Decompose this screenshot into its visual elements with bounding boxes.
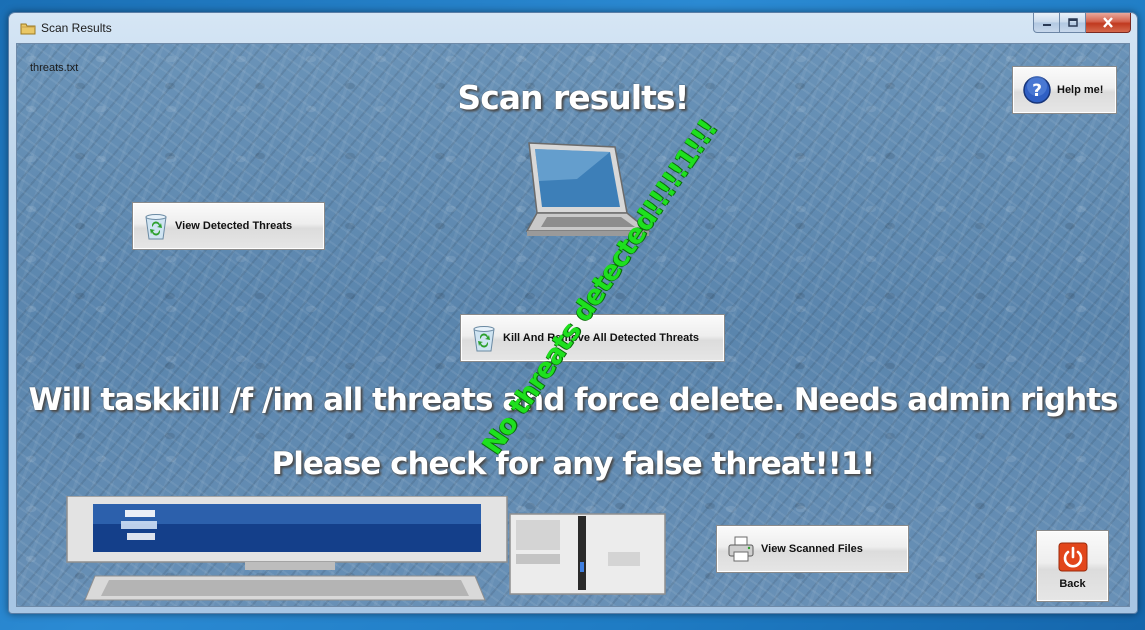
page-title: Scan results!: [457, 78, 689, 117]
view-detected-threats-label: View Detected Threats: [175, 220, 293, 232]
recycle-bin-icon: [145, 214, 167, 240]
scan-results-window: Scan Results threats.txt Scan results! ?: [8, 12, 1138, 614]
folder-icon: [20, 23, 36, 35]
desktop-computer-image: [66, 496, 508, 601]
power-icon: [1058, 542, 1087, 572]
kill-remove-threats-label: Kill And Remove All Detected Threats: [503, 332, 700, 344]
back-button[interactable]: Back: [1036, 530, 1109, 602]
file-label: threats.txt: [30, 62, 79, 74]
close-button[interactable]: [1086, 13, 1131, 33]
client-area: threats.txt Scan results! ? Help me! Vie…: [16, 43, 1130, 607]
view-scanned-files-label: View Scanned Files: [761, 543, 863, 555]
kill-note: Will taskkill /f /im all threats and for…: [28, 382, 1118, 418]
view-scanned-files-button[interactable]: View Scanned Files: [716, 525, 909, 573]
false-threat-note: Please check for any false threat!!1!: [271, 446, 876, 482]
svg-text:?: ?: [1032, 81, 1042, 101]
back-button-label: Back: [1059, 578, 1086, 590]
help-button[interactable]: ? Help me!: [1012, 66, 1117, 114]
computer-tower-image: [509, 513, 666, 595]
close-icon: [1103, 17, 1113, 28]
maximize-button[interactable]: [1060, 13, 1086, 33]
minimize-button[interactable]: [1033, 13, 1060, 33]
view-detected-threats-button[interactable]: View Detected Threats: [132, 202, 325, 250]
printer-icon: [728, 536, 754, 562]
help-icon: ?: [1023, 76, 1051, 104]
window-title: Scan Results: [41, 21, 112, 35]
minimize-icon: [1042, 23, 1051, 26]
recycle-bin-icon: [473, 326, 495, 352]
title-bar[interactable]: Scan Results: [9, 13, 1137, 43]
help-button-label: Help me!: [1057, 84, 1104, 96]
maximize-icon: [1067, 18, 1078, 27]
